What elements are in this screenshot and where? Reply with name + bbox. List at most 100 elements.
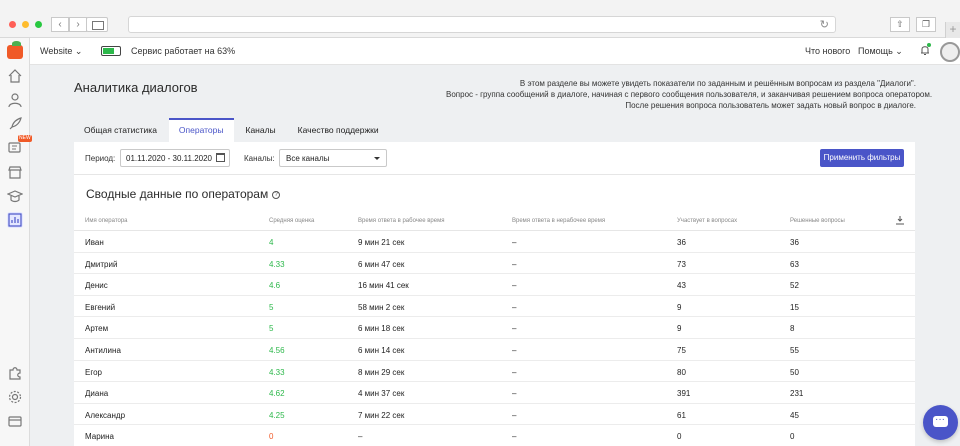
work-time-cell: 7 мин 22 сек xyxy=(358,410,405,420)
period-value: 01.11.2020 - 30.11.2020 xyxy=(126,154,212,163)
calendar-icon[interactable] xyxy=(216,153,225,162)
app-logo[interactable] xyxy=(7,41,23,59)
offhours-time-cell: – xyxy=(512,259,517,269)
participates-cell: 36 xyxy=(677,238,686,247)
channels-select[interactable]: Все каналы xyxy=(279,149,387,167)
billing-icon[interactable] xyxy=(7,413,23,429)
tab-channels[interactable]: Каналы xyxy=(236,118,286,142)
rating-cell: 4 xyxy=(269,238,274,247)
column-header-offhours-time[interactable]: Время ответа в нерабочее время xyxy=(512,218,605,224)
resolved-cell: 231 xyxy=(790,389,804,399)
offhours-time-cell: – xyxy=(512,367,517,377)
column-header-name[interactable]: Имя оператора xyxy=(85,218,128,224)
user-avatar[interactable] xyxy=(940,42,960,62)
rating-cell: 4.33 xyxy=(269,367,285,377)
column-header-participates[interactable]: Участвует в вопросах xyxy=(677,218,737,224)
page-title: Аналитика диалогов xyxy=(74,80,198,95)
table-row: Евгений 5 58 мин 2 сек – 9 15 xyxy=(74,296,915,318)
participates-cell: 391 xyxy=(677,389,691,399)
caret-down-icon xyxy=(374,157,380,160)
close-window-button[interactable] xyxy=(9,21,16,28)
top-bar: Website ⌄ Сервис работает на 63% Что нов… xyxy=(30,38,960,65)
work-time-cell: 16 мин 41 сек xyxy=(358,281,409,291)
participates-cell: 0 xyxy=(677,432,682,442)
participates-cell: 73 xyxy=(677,259,686,269)
store-icon[interactable] xyxy=(7,164,23,180)
notifications-bell-icon[interactable] xyxy=(919,43,931,56)
chat-icon[interactable]: NEW xyxy=(7,135,32,156)
period-date-range-input[interactable]: 01.11.2020 - 30.11.2020 xyxy=(120,149,230,167)
operator-name-cell: Марина xyxy=(85,432,114,442)
operator-name-cell: Артем xyxy=(85,324,109,334)
rating-cell: 4.25 xyxy=(269,410,285,420)
rocket-icon[interactable] xyxy=(7,116,23,132)
chevron-down-icon: ⌄ xyxy=(895,46,903,56)
participates-cell: 9 xyxy=(677,324,682,334)
description-line: В этом разделе вы можете увидеть показат… xyxy=(519,79,916,88)
resolved-cell: 63 xyxy=(790,259,799,269)
back-button[interactable]: ‹ xyxy=(51,17,69,32)
site-selector[interactable]: Website ⌄ xyxy=(40,46,82,57)
help-menu[interactable]: Помощь ⌄ xyxy=(858,46,903,57)
download-icon[interactable] xyxy=(896,216,904,225)
channels-label: Каналы: xyxy=(244,154,275,163)
settings-icon[interactable] xyxy=(7,389,23,405)
chevron-left-icon: ‹ xyxy=(58,19,62,30)
resolved-cell: 36 xyxy=(790,238,799,247)
chevron-down-icon: ⌄ xyxy=(74,46,83,56)
share-button[interactable]: ⇧ xyxy=(890,17,910,32)
service-status-indicator[interactable] xyxy=(101,46,121,56)
history-nav: ‹ › xyxy=(51,17,87,32)
minimize-window-button[interactable] xyxy=(22,21,29,28)
whats-new-link[interactable]: Что нового xyxy=(805,46,850,56)
table-row: Иван 4 9 мин 21 сек – 36 36 xyxy=(74,231,915,253)
maximize-window-button[interactable] xyxy=(35,21,42,28)
table-row: Денис 4.6 16 мин 41 сек – 43 52 xyxy=(74,274,915,296)
operator-name-cell: Александр xyxy=(85,410,126,420)
address-bar[interactable]: ↻ xyxy=(128,16,836,33)
help-icon[interactable]: ? xyxy=(272,191,281,199)
resolved-cell: 45 xyxy=(790,410,799,420)
puzzle-icon[interactable] xyxy=(7,365,23,381)
tab-general-stats[interactable]: Общая статистика xyxy=(74,118,167,142)
offhours-time-cell: – xyxy=(512,238,517,247)
tab-support-quality[interactable]: Качество поддержки xyxy=(288,118,389,142)
offhours-time-cell: – xyxy=(512,432,517,442)
home-icon[interactable] xyxy=(7,68,23,84)
analytics-tabs: Общая статистика Операторы Каналы Качест… xyxy=(74,118,391,142)
new-badge: NEW xyxy=(18,135,32,142)
column-header-resolved[interactable]: Решенные вопросы xyxy=(790,218,845,224)
offhours-time-cell: – xyxy=(512,410,517,420)
resolved-cell: 55 xyxy=(790,345,799,355)
site-selector-label: Website xyxy=(40,46,73,56)
apply-filters-button[interactable]: Применить фильтры xyxy=(820,149,904,167)
table-row: Артем 5 6 мин 18 сек – 9 8 xyxy=(74,317,915,339)
support-chat-button[interactable] xyxy=(923,405,958,440)
new-tab-button[interactable]: + xyxy=(945,22,960,38)
participates-cell: 75 xyxy=(677,345,686,355)
table-row: Антилина 4.56 6 мин 14 сек – 75 55 xyxy=(74,339,915,361)
table-row: Диана 4.62 4 мин 37 сек – 391 231 xyxy=(74,382,915,404)
column-header-work-time[interactable]: Время ответа в рабочее время xyxy=(358,218,444,224)
work-time-cell: 8 мин 29 сек xyxy=(358,367,405,377)
column-header-rating[interactable]: Средняя оценка xyxy=(269,218,314,224)
offhours-time-cell: – xyxy=(512,389,517,399)
sidebar-toggle-button[interactable] xyxy=(86,17,108,32)
work-time-cell: 6 мин 14 сек xyxy=(358,345,405,355)
resolved-cell: 52 xyxy=(790,281,799,291)
forward-button[interactable]: › xyxy=(69,17,87,32)
reload-icon[interactable]: ↻ xyxy=(820,18,829,31)
operator-name-cell: Иван xyxy=(85,238,104,247)
rating-cell: 4.56 xyxy=(269,345,285,355)
analytics-icon[interactable] xyxy=(7,212,23,228)
resolved-cell: 15 xyxy=(790,302,799,312)
operator-name-cell: Диана xyxy=(85,389,109,399)
rating-cell: 4.62 xyxy=(269,389,285,399)
tab-operators[interactable]: Операторы xyxy=(168,118,234,142)
tabs-overview-button[interactable]: ❐ xyxy=(916,17,936,32)
resolved-cell: 50 xyxy=(790,367,799,377)
channels-value: Все каналы xyxy=(286,154,330,163)
education-icon[interactable] xyxy=(6,188,24,204)
rating-cell: 5 xyxy=(269,302,274,312)
users-icon[interactable] xyxy=(7,92,23,108)
